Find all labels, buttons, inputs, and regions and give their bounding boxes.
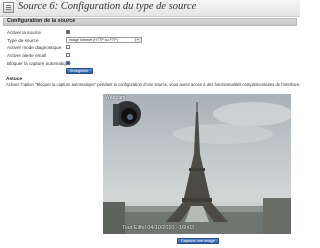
source-config-icon [3, 2, 14, 13]
page-title: Source 6: Configuration du type de sourc… [18, 1, 197, 12]
page-header: Source 6: Configuration du type de sourc… [0, 0, 300, 17]
source-type-value: Image Internet (HTTP ou FTP) [69, 38, 118, 42]
chevron-down-icon [135, 38, 141, 42]
diagnostic-mode-label: Activer mode diagnostique [7, 45, 62, 50]
form-row-diagnostic: Activer mode diagnostique [7, 45, 167, 51]
webcam-housing [113, 101, 141, 127]
enable-source-checkbox[interactable] [66, 30, 70, 34]
email-alert-checkbox[interactable] [66, 53, 70, 57]
diagnostic-mode-checkbox[interactable] [66, 45, 70, 49]
webcam-scene-graphic [103, 101, 291, 234]
form-row-type: Type de source Image Internet (HTTP ou F… [7, 37, 167, 44]
block-autocapture-label: Bloquer la capture automatique [7, 61, 71, 66]
source-type-label: Type de source [7, 38, 39, 43]
block-autocapture-checkbox[interactable] [66, 61, 70, 65]
tip-text: Activez l'option "Bloquer la capture aut… [6, 82, 301, 87]
section-title: Configuration de la source [7, 18, 76, 24]
save-button[interactable]: Enregistrer [66, 68, 93, 74]
email-alert-label: Activer alerte email [7, 53, 47, 58]
form-row-email: Activer alerte email [7, 53, 167, 59]
form-row-autocapture: Bloquer la capture automatique [7, 61, 167, 67]
section-header: Configuration de la source [3, 18, 297, 26]
source-type-select[interactable]: Image Internet (HTTP ou FTP) [66, 37, 142, 43]
form-row-enable: Activer la source [7, 30, 167, 36]
enable-source-label: Activer la source [7, 30, 41, 35]
capture-image-button[interactable]: Capturer une image [177, 238, 219, 244]
webcam-logo: Webcam [105, 95, 126, 101]
image-timestamp: Tour Eiffel 04/10/2010 - 16h03 [122, 225, 195, 231]
webcam-preview-image: Webcam Tour Eiffel 04/10/2010 - 16h03 [103, 94, 291, 234]
